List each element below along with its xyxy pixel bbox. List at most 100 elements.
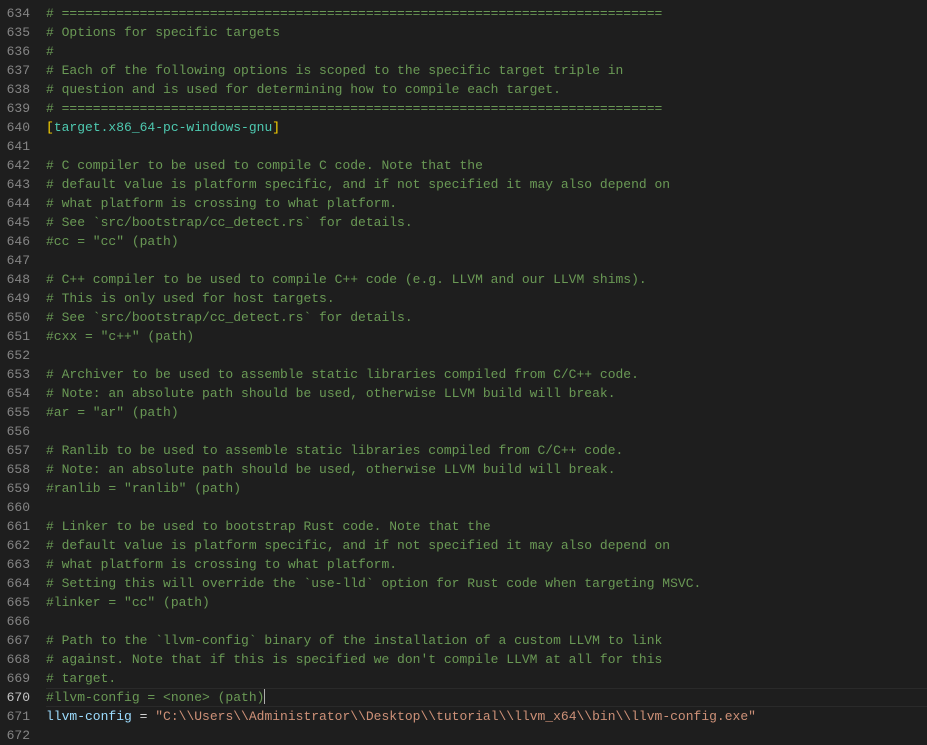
line-number: 644 bbox=[6, 194, 30, 213]
line-number: 638 bbox=[6, 80, 30, 99]
comment-text: #cc = "cc" (path) bbox=[46, 234, 179, 249]
code-line[interactable]: # C++ compiler to be used to compile C++… bbox=[46, 270, 927, 289]
code-line[interactable] bbox=[46, 498, 927, 517]
code-line[interactable]: # See `src/bootstrap/cc_detect.rs` for d… bbox=[46, 213, 927, 232]
comment-text: # what platform is crossing to what plat… bbox=[46, 557, 397, 572]
line-number: 668 bbox=[6, 650, 30, 669]
code-line[interactable]: #ranlib = "ranlib" (path) bbox=[46, 479, 927, 498]
code-line[interactable]: # ======================================… bbox=[46, 4, 927, 23]
code-line[interactable]: # Setting this will override the `use-ll… bbox=[46, 574, 927, 593]
code-line[interactable]: # C compiler to be used to compile C cod… bbox=[46, 156, 927, 175]
comment-text: # See `src/bootstrap/cc_detect.rs` for d… bbox=[46, 310, 413, 325]
line-number: 652 bbox=[6, 346, 30, 365]
line-number: 651 bbox=[6, 327, 30, 346]
code-line[interactable]: # Path to the `llvm-config` binary of th… bbox=[46, 631, 927, 650]
line-number: 672 bbox=[6, 726, 30, 745]
code-line[interactable]: # default value is platform specific, an… bbox=[46, 175, 927, 194]
comment-text: # against. Note that if this is specifie… bbox=[46, 652, 662, 667]
code-line[interactable]: #llvm-config = <none> (path) bbox=[46, 688, 927, 707]
comment-text: # This is only used for host targets. bbox=[46, 291, 335, 306]
line-number: 660 bbox=[6, 498, 30, 517]
line-number: 663 bbox=[6, 555, 30, 574]
blank-line bbox=[46, 728, 54, 743]
line-number: 637 bbox=[6, 61, 30, 80]
code-line[interactable] bbox=[46, 137, 927, 156]
code-line[interactable]: # default value is platform specific, an… bbox=[46, 536, 927, 555]
code-line[interactable]: #cc = "cc" (path) bbox=[46, 232, 927, 251]
line-number: 659 bbox=[6, 479, 30, 498]
code-line[interactable]: # what platform is crossing to what plat… bbox=[46, 194, 927, 213]
line-number: 640 bbox=[6, 118, 30, 137]
code-line[interactable]: # Linker to be used to bootstrap Rust co… bbox=[46, 517, 927, 536]
blank-line bbox=[46, 500, 54, 515]
comment-text: # ======================================… bbox=[46, 101, 662, 116]
line-number: 639 bbox=[6, 99, 30, 118]
code-line[interactable]: # See `src/bootstrap/cc_detect.rs` for d… bbox=[46, 308, 927, 327]
code-line[interactable]: # question and is used for determining h… bbox=[46, 80, 927, 99]
comment-text: # target. bbox=[46, 671, 116, 686]
code-line[interactable]: #ar = "ar" (path) bbox=[46, 403, 927, 422]
line-number: 654 bbox=[6, 384, 30, 403]
comment-text: # C compiler to be used to compile C cod… bbox=[46, 158, 483, 173]
code-line[interactable] bbox=[46, 612, 927, 631]
config-value: "C:\\Users\\Administrator\\Desktop\\tuto… bbox=[155, 709, 756, 724]
code-line[interactable]: # against. Note that if this is specifie… bbox=[46, 650, 927, 669]
code-line[interactable]: # bbox=[46, 42, 927, 61]
code-editor[interactable]: 6346356366376386396406416426436446456466… bbox=[0, 0, 927, 735]
code-line[interactable] bbox=[46, 726, 927, 745]
code-line[interactable]: # Archiver to be used to assemble static… bbox=[46, 365, 927, 384]
comment-text: #ar = "ar" (path) bbox=[46, 405, 179, 420]
code-line[interactable]: # Each of the following options is scope… bbox=[46, 61, 927, 80]
line-number: 634 bbox=[6, 4, 30, 23]
line-number: 635 bbox=[6, 23, 30, 42]
code-line[interactable]: llvm-config = "C:\\Users\\Administrator\… bbox=[46, 707, 927, 726]
line-number: 655 bbox=[6, 403, 30, 422]
comment-text: # Path to the `llvm-config` binary of th… bbox=[46, 633, 662, 648]
comment-text: # Linker to be used to bootstrap Rust co… bbox=[46, 519, 491, 534]
code-line[interactable] bbox=[46, 251, 927, 270]
comment-text: #ranlib = "ranlib" (path) bbox=[46, 481, 241, 496]
config-key: llvm-config bbox=[46, 709, 132, 724]
comment-text: # Options for specific targets bbox=[46, 25, 280, 40]
comment-text: # default value is platform specific, an… bbox=[46, 177, 670, 192]
comment-text: # question and is used for determining h… bbox=[46, 82, 561, 97]
code-line[interactable]: #cxx = "c++" (path) bbox=[46, 327, 927, 346]
code-line[interactable]: # This is only used for host targets. bbox=[46, 289, 927, 308]
code-line[interactable]: # Ranlib to be used to assemble static l… bbox=[46, 441, 927, 460]
code-line[interactable]: #linker = "cc" (path) bbox=[46, 593, 927, 612]
code-line[interactable]: # ======================================… bbox=[46, 99, 927, 118]
comment-text: #cxx = "c++" (path) bbox=[46, 329, 194, 344]
code-line[interactable] bbox=[46, 422, 927, 441]
comment-text: # Note: an absolute path should be used,… bbox=[46, 462, 616, 477]
line-number: 666 bbox=[6, 612, 30, 631]
comment-text: # Ranlib to be used to assemble static l… bbox=[46, 443, 623, 458]
comment-text: # Note: an absolute path should be used,… bbox=[46, 386, 616, 401]
line-number: 667 bbox=[6, 631, 30, 650]
line-number: 649 bbox=[6, 289, 30, 308]
code-line[interactable]: # Note: an absolute path should be used,… bbox=[46, 460, 927, 479]
comment-text: # Archiver to be used to assemble static… bbox=[46, 367, 639, 382]
code-area[interactable]: # ======================================… bbox=[46, 0, 927, 735]
line-number: 648 bbox=[6, 270, 30, 289]
line-number-gutter: 6346356366376386396406416426436446456466… bbox=[0, 0, 46, 735]
comment-text: # See `src/bootstrap/cc_detect.rs` for d… bbox=[46, 215, 413, 230]
line-number: 658 bbox=[6, 460, 30, 479]
line-number: 646 bbox=[6, 232, 30, 251]
code-line[interactable] bbox=[46, 346, 927, 365]
comment-text: # Each of the following options is scope… bbox=[46, 63, 623, 78]
line-number: 645 bbox=[6, 213, 30, 232]
comment-text: # bbox=[46, 44, 54, 59]
blank-line bbox=[46, 424, 54, 439]
line-number: 650 bbox=[6, 308, 30, 327]
code-line[interactable]: # target. bbox=[46, 669, 927, 688]
line-number: 657 bbox=[6, 441, 30, 460]
code-line[interactable]: [target.x86_64-pc-windows-gnu] bbox=[46, 118, 927, 137]
line-number: 665 bbox=[6, 593, 30, 612]
line-number: 661 bbox=[6, 517, 30, 536]
text-cursor bbox=[264, 688, 265, 704]
section-name: target.x86_64-pc-windows-gnu bbox=[54, 120, 272, 135]
line-number: 664 bbox=[6, 574, 30, 593]
code-line[interactable]: # what platform is crossing to what plat… bbox=[46, 555, 927, 574]
code-line[interactable]: # Note: an absolute path should be used,… bbox=[46, 384, 927, 403]
code-line[interactable]: # Options for specific targets bbox=[46, 23, 927, 42]
